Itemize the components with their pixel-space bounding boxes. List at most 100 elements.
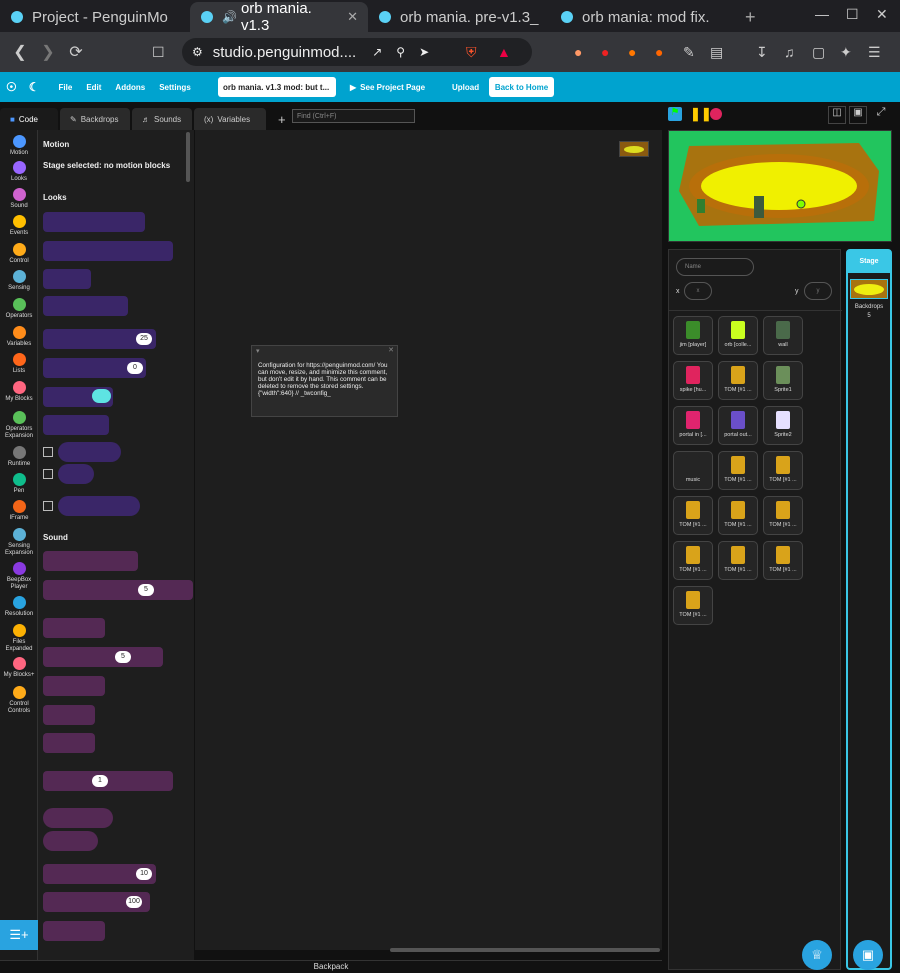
brave-shield-icon[interactable]: ⛨ — [466, 44, 477, 61]
sprite-tile[interactable]: TOM [#1 ... — [718, 451, 758, 490]
looks-block[interactable] — [43, 269, 91, 289]
category-my-blocks[interactable]: My Blocks — [0, 381, 38, 403]
choose-backdrop-button[interactable]: ▣ — [853, 940, 883, 970]
looks-block[interactable] — [43, 415, 109, 435]
reporter-checkbox[interactable] — [43, 469, 53, 479]
sprite-tile[interactable]: portal in [... — [673, 406, 713, 445]
extension-icon[interactable]: ● — [601, 44, 609, 60]
close-icon[interactable]: ✕ — [347, 9, 358, 25]
download-icon[interactable]: ↧ — [756, 44, 768, 61]
pause-icon[interactable]: ❚❚ — [690, 106, 712, 122]
find-input[interactable]: Find (Ctrl+F) — [292, 109, 415, 123]
theme-moon-icon[interactable]: ☾ — [29, 80, 40, 94]
number-input[interactable]: 1 — [92, 775, 108, 787]
code-workspace[interactable] — [195, 130, 662, 950]
category-runtime[interactable]: Runtime — [0, 446, 38, 468]
stage-canvas[interactable] — [668, 130, 892, 242]
category-lists[interactable]: Lists — [0, 353, 38, 375]
block-palette[interactable]: Motion Stage selected: no motion blocks … — [38, 130, 194, 960]
maximize-icon[interactable]: ☐ — [846, 6, 859, 23]
category-beepbox-player[interactable]: BeepBox Player — [0, 562, 38, 591]
tab-backdrops[interactable]: ✎ Backdrops — [60, 108, 130, 130]
music-icon[interactable]: ♫ — [784, 44, 795, 60]
sprite-tile[interactable]: Sprite1 — [763, 361, 803, 400]
sprite-tile[interactable]: Sprite2 — [763, 406, 803, 445]
number-input[interactable]: 25 — [136, 333, 152, 345]
forward-arrow-icon[interactable]: ❯ — [34, 42, 62, 62]
category-operators[interactable]: Operators — [0, 298, 38, 320]
settings-menu[interactable]: Settings — [152, 83, 198, 92]
number-input[interactable]: 10 — [136, 868, 152, 880]
edit-menu[interactable]: Edit — [79, 83, 108, 92]
reporter-checkbox[interactable] — [43, 501, 53, 511]
looks-block[interactable] — [43, 212, 145, 232]
minimize-icon[interactable]: — — [815, 6, 829, 22]
backpack-header[interactable]: Backpack — [0, 960, 662, 972]
new-tab-icon[interactable]: + — [735, 2, 766, 32]
looks-reporter[interactable] — [58, 464, 94, 484]
reporter-checkbox[interactable] — [43, 447, 53, 457]
category-events[interactable]: Events — [0, 215, 38, 237]
browser-tab-1[interactable]: Project - PenguinMo — [0, 2, 190, 32]
y-input[interactable]: y — [804, 282, 832, 300]
sprite-tile[interactable]: spike [hu... — [673, 361, 713, 400]
back-to-home-button[interactable]: Back to Home — [489, 77, 554, 97]
sound-block[interactable] — [43, 618, 105, 638]
tab-variables[interactable]: (x) Variables — [194, 108, 266, 130]
sprite-tile[interactable]: jim [player] — [673, 316, 713, 355]
sprite-tile[interactable]: music — [673, 451, 713, 490]
color-picker-swatch[interactable] — [92, 389, 111, 403]
x-input[interactable]: x — [684, 282, 712, 300]
sprite-tile[interactable]: TOM [#1 ... — [718, 361, 758, 400]
category-sensing[interactable]: Sensing — [0, 270, 38, 292]
category-my-blocks-[interactable]: My Blocks+ — [0, 657, 38, 679]
category-operators-expansion[interactable]: Operators Expansion — [0, 411, 38, 440]
sprite-tile[interactable]: wall — [763, 316, 803, 355]
large-stage-icon[interactable]: ▣ — [849, 106, 867, 124]
workspace-scrollbar-horizontal[interactable] — [390, 948, 660, 952]
sprite-tile[interactable]: TOM [#1 ... — [673, 496, 713, 535]
sprite-tile[interactable]: TOM [#1 ... — [763, 541, 803, 580]
category-control[interactable]: Control — [0, 243, 38, 265]
sprite-tile[interactable]: TOM [#1 ... — [763, 451, 803, 490]
tab-sounds[interactable]: ♬ Sounds — [132, 108, 192, 130]
comment-close-icon[interactable]: ✕ — [388, 347, 394, 354]
upload-button[interactable]: Upload — [452, 77, 479, 97]
sound-block[interactable] — [43, 551, 138, 571]
small-stage-icon[interactable]: ◫ — [828, 106, 846, 124]
address-bar[interactable]: ⚙ studio.penguinmod.... ↗ ⚲ ➤ — [182, 38, 532, 66]
green-flag-icon[interactable]: ⚑ — [668, 107, 682, 121]
reload-icon[interactable]: ⟳ — [62, 42, 90, 62]
project-title-input[interactable]: orb mania. v1.3 mod: but t... — [218, 77, 336, 97]
sprite-tile[interactable]: portal out... — [718, 406, 758, 445]
bookmark-icon[interactable]: ☐ — [152, 44, 165, 61]
number-input[interactable]: 5 — [138, 584, 154, 596]
looks-reporter[interactable] — [58, 496, 140, 516]
extension-icon[interactable]: ● — [628, 44, 636, 60]
back-arrow-icon[interactable]: ❮ — [6, 42, 34, 62]
sound-block[interactable] — [43, 831, 98, 851]
number-input[interactable]: 5 — [115, 651, 131, 663]
category-variables[interactable]: Variables — [0, 326, 38, 348]
category-iframe[interactable]: IFrame — [0, 500, 38, 522]
sound-block[interactable] — [43, 580, 193, 600]
category-motion[interactable]: Motion — [0, 135, 38, 157]
extension-icon[interactable]: ● — [574, 44, 582, 60]
sound-block[interactable] — [43, 733, 95, 753]
add-extension-button[interactable]: ☰+ — [0, 920, 38, 950]
hamburger-menu-icon[interactable]: ☰ — [868, 44, 881, 61]
site-info-icon[interactable]: ⚙ — [192, 45, 203, 59]
add-tab-icon[interactable]: + — [268, 108, 288, 130]
browser-tab-2[interactable]: 🔊 orb mania. v1.3 ✕ — [190, 0, 368, 34]
browser-tab-4[interactable]: orb mania: mod fix. — [550, 2, 735, 32]
tab-code[interactable]: ■ Code — [0, 108, 58, 130]
palette-scrollbar[interactable] — [186, 132, 190, 182]
screenshot-icon[interactable]: ▤ — [710, 44, 723, 61]
category-resolution[interactable]: Resolution — [0, 596, 38, 618]
choose-sprite-button[interactable]: ♕ — [802, 940, 832, 970]
category-control-controls[interactable]: Control Controls — [0, 686, 38, 715]
sprite-name-input[interactable]: Name — [676, 258, 754, 276]
sound-block[interactable] — [43, 771, 173, 791]
number-input[interactable]: 100 — [126, 896, 142, 908]
looks-reporter[interactable] — [58, 442, 121, 462]
